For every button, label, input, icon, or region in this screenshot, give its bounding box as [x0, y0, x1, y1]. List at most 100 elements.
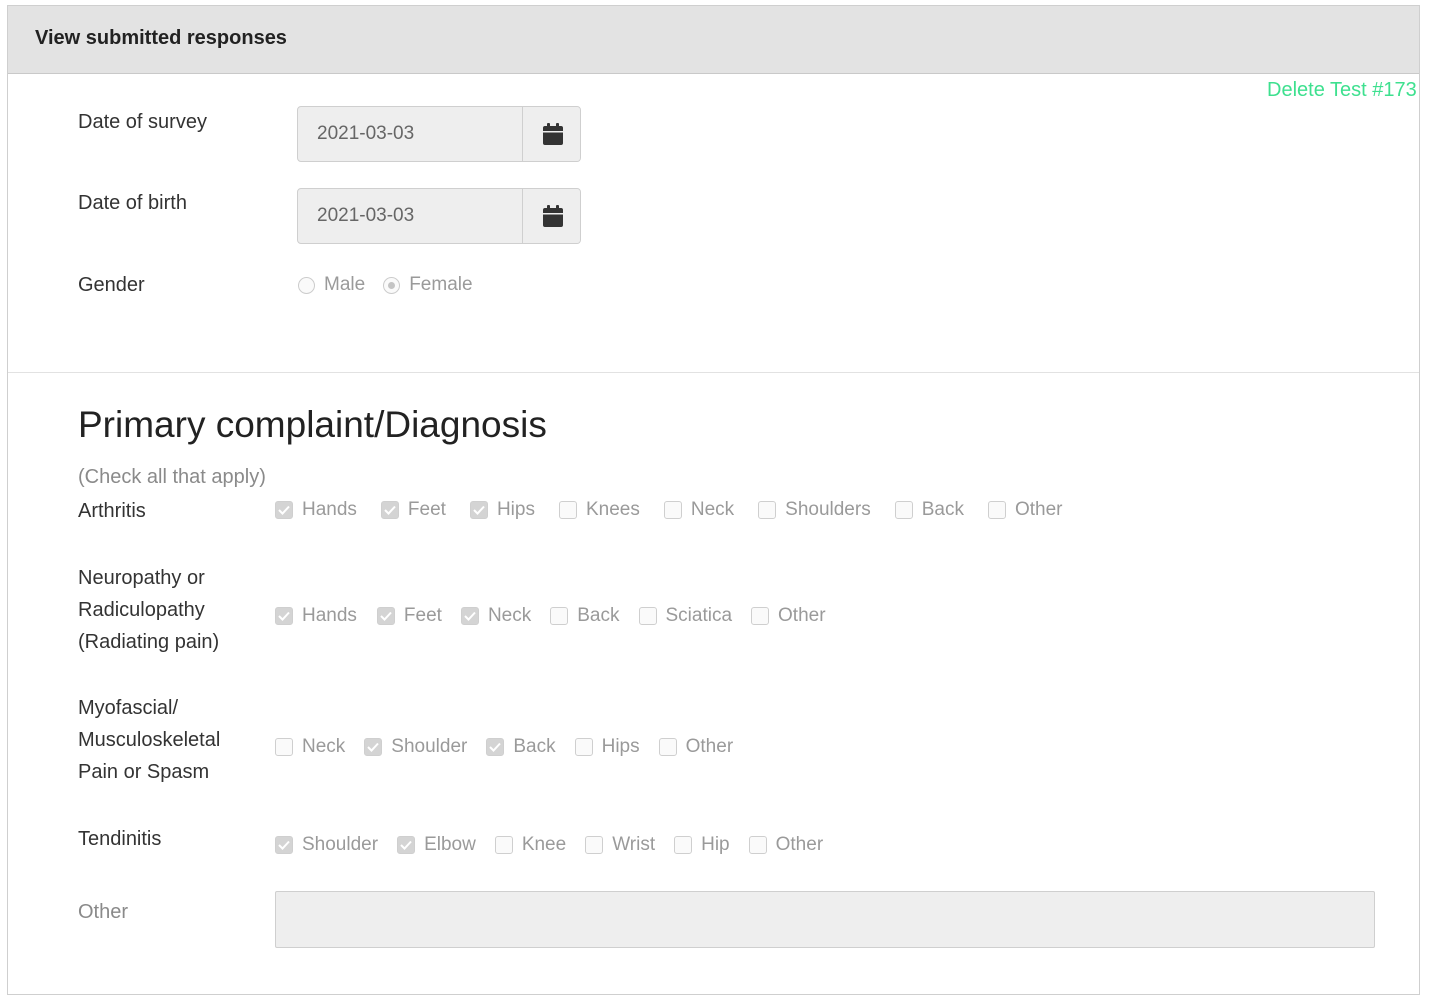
- checkbox-option-neck[interactable]: Neck: [460, 605, 532, 627]
- checkbox[interactable]: [663, 501, 682, 519]
- date-of-survey-label: Date of survey: [78, 111, 207, 133]
- checkbox-option-hips[interactable]: Hips: [574, 736, 640, 758]
- checkbox[interactable]: [486, 738, 505, 756]
- checkbox-label: Back: [513, 736, 556, 757]
- arthritis-label: Arthritis: [78, 500, 146, 522]
- checkbox-option-hips[interactable]: Hips: [469, 499, 535, 521]
- checkbox[interactable]: [638, 607, 657, 625]
- checkbox[interactable]: [758, 501, 777, 519]
- neuropathy-options: Hands Feet Neck Back Sciatica Other: [275, 605, 826, 627]
- date-of-birth-calendar-button[interactable]: [522, 189, 580, 243]
- checkbox[interactable]: [894, 501, 913, 519]
- gender-option-male[interactable]: Male: [298, 274, 365, 296]
- checkbox[interactable]: [751, 607, 770, 625]
- checkbox-option-other[interactable]: Other: [751, 605, 826, 627]
- checkbox[interactable]: [397, 836, 416, 854]
- checkbox[interactable]: [748, 836, 767, 854]
- checkbox-option-neck[interactable]: Neck: [275, 736, 345, 758]
- checkbox[interactable]: [658, 738, 677, 756]
- checkbox[interactable]: [380, 501, 399, 519]
- checkbox-option-other[interactable]: Other: [658, 736, 734, 758]
- checkbox-option-hip[interactable]: Hip: [674, 834, 730, 856]
- checkbox-option-feet[interactable]: Feet: [376, 605, 442, 627]
- date-of-survey-input[interactable]: 2021-03-03: [298, 107, 522, 161]
- neuropathy-label-line-3: (Radiating pain): [78, 631, 220, 653]
- checkbox[interactable]: [674, 836, 693, 854]
- checkbox-label: Other: [775, 834, 824, 855]
- checkbox[interactable]: [550, 607, 569, 625]
- checkbox-option-back[interactable]: Back: [486, 736, 556, 758]
- checkmark-icon: [464, 611, 476, 621]
- date-of-birth-group: 2021-03-03: [297, 188, 581, 244]
- checkbox-option-shoulder[interactable]: Shoulder: [275, 834, 378, 856]
- checkbox[interactable]: [987, 501, 1006, 519]
- male-radio-label: Male: [324, 274, 366, 295]
- checkbox[interactable]: [585, 836, 604, 854]
- checkbox-option-hands[interactable]: Hands: [275, 499, 357, 521]
- checkbox-option-back[interactable]: Back: [550, 605, 620, 627]
- checkbox-option-other[interactable]: Other: [748, 834, 824, 856]
- checkbox-label: Other: [778, 605, 826, 626]
- checkbox[interactable]: [275, 836, 293, 854]
- checkbox[interactable]: [376, 607, 395, 625]
- check-all-hint: (Check all that apply): [78, 466, 266, 488]
- checkbox[interactable]: [364, 738, 383, 756]
- checkbox-label: Neck: [487, 605, 532, 626]
- checkbox-option-hands[interactable]: Hands: [275, 605, 357, 627]
- other-label: Other: [78, 901, 129, 923]
- calendar-icon: [542, 205, 563, 227]
- gender-option-female[interactable]: Female: [383, 274, 473, 296]
- checkbox-label: Hands: [302, 605, 357, 626]
- checkbox-option-elbow[interactable]: Elbow: [397, 834, 476, 856]
- myofascial-label-line-1: Myofascial/: [78, 697, 179, 719]
- checkmark-icon: [489, 742, 502, 752]
- checkmark-icon: [367, 742, 380, 752]
- calendar-icon: [542, 123, 563, 145]
- other-input[interactable]: [275, 891, 1375, 948]
- checkbox-option-knees[interactable]: Knees: [558, 499, 640, 521]
- date-of-birth-label: Date of birth: [78, 192, 187, 214]
- checkbox-option-wrist[interactable]: Wrist: [585, 834, 655, 856]
- checkbox[interactable]: [558, 501, 577, 519]
- date-of-survey-calendar-button[interactable]: [522, 107, 580, 161]
- date-of-birth-input[interactable]: 2021-03-03: [298, 189, 522, 243]
- checkbox-option-knee[interactable]: Knee: [494, 834, 567, 856]
- checkbox-label: Shoulders: [785, 499, 871, 520]
- checkbox-option-shoulder[interactable]: Shoulder: [364, 736, 467, 758]
- checkbox[interactable]: [460, 607, 479, 625]
- responses-panel: View submitted responses Delete Test #17…: [7, 5, 1420, 995]
- checkbox-option-neck[interactable]: Neck: [663, 499, 734, 521]
- male-radio[interactable]: [298, 276, 315, 294]
- neuropathy-label-line-1: Neuropathy or: [78, 567, 205, 589]
- checkbox-label: Other: [685, 736, 734, 757]
- myofascial-label-line-3: Pain or Spasm: [78, 761, 210, 783]
- checkbox-label: Sciatica: [665, 605, 733, 626]
- checkbox[interactable]: [574, 738, 593, 756]
- delete-test-link[interactable]: Delete Test #173: [1267, 79, 1417, 102]
- checkbox-label: Knee: [521, 834, 567, 855]
- checkbox-option-feet[interactable]: Feet: [380, 499, 446, 521]
- checkbox-option-shoulders[interactable]: Shoulders: [758, 499, 871, 521]
- checkbox-label: Shoulder: [391, 736, 468, 757]
- checkbox-label: Back: [921, 499, 964, 520]
- neuropathy-label-line-2: Radiculopathy: [78, 599, 205, 621]
- checkbox-label: Hips: [496, 499, 535, 520]
- checkbox-option-sciatica[interactable]: Sciatica: [638, 605, 733, 627]
- gender-label: Gender: [78, 274, 145, 296]
- checkbox-label: Neck: [302, 736, 346, 757]
- myofascial-options: Neck Shoulder Back Hips Other: [275, 736, 733, 758]
- checkmark-icon: [278, 505, 290, 515]
- checkbox-label: Feet: [407, 499, 446, 520]
- checkmark-icon: [278, 840, 290, 850]
- checkbox-option-other[interactable]: Other: [987, 499, 1063, 521]
- female-radio[interactable]: [383, 276, 401, 294]
- checkbox[interactable]: [275, 501, 293, 519]
- checkbox[interactable]: [494, 836, 513, 854]
- checkbox-label: Other: [1014, 499, 1063, 520]
- tendinitis-options: Shoulder Elbow Knee Wrist Hip Other: [275, 834, 823, 856]
- checkbox[interactable]: [469, 501, 488, 519]
- checkbox[interactable]: [275, 738, 293, 756]
- checkbox[interactable]: [275, 607, 293, 625]
- checkbox-option-back[interactable]: Back: [894, 499, 964, 521]
- myofascial-label-line-2: Musculoskeletal: [78, 729, 221, 751]
